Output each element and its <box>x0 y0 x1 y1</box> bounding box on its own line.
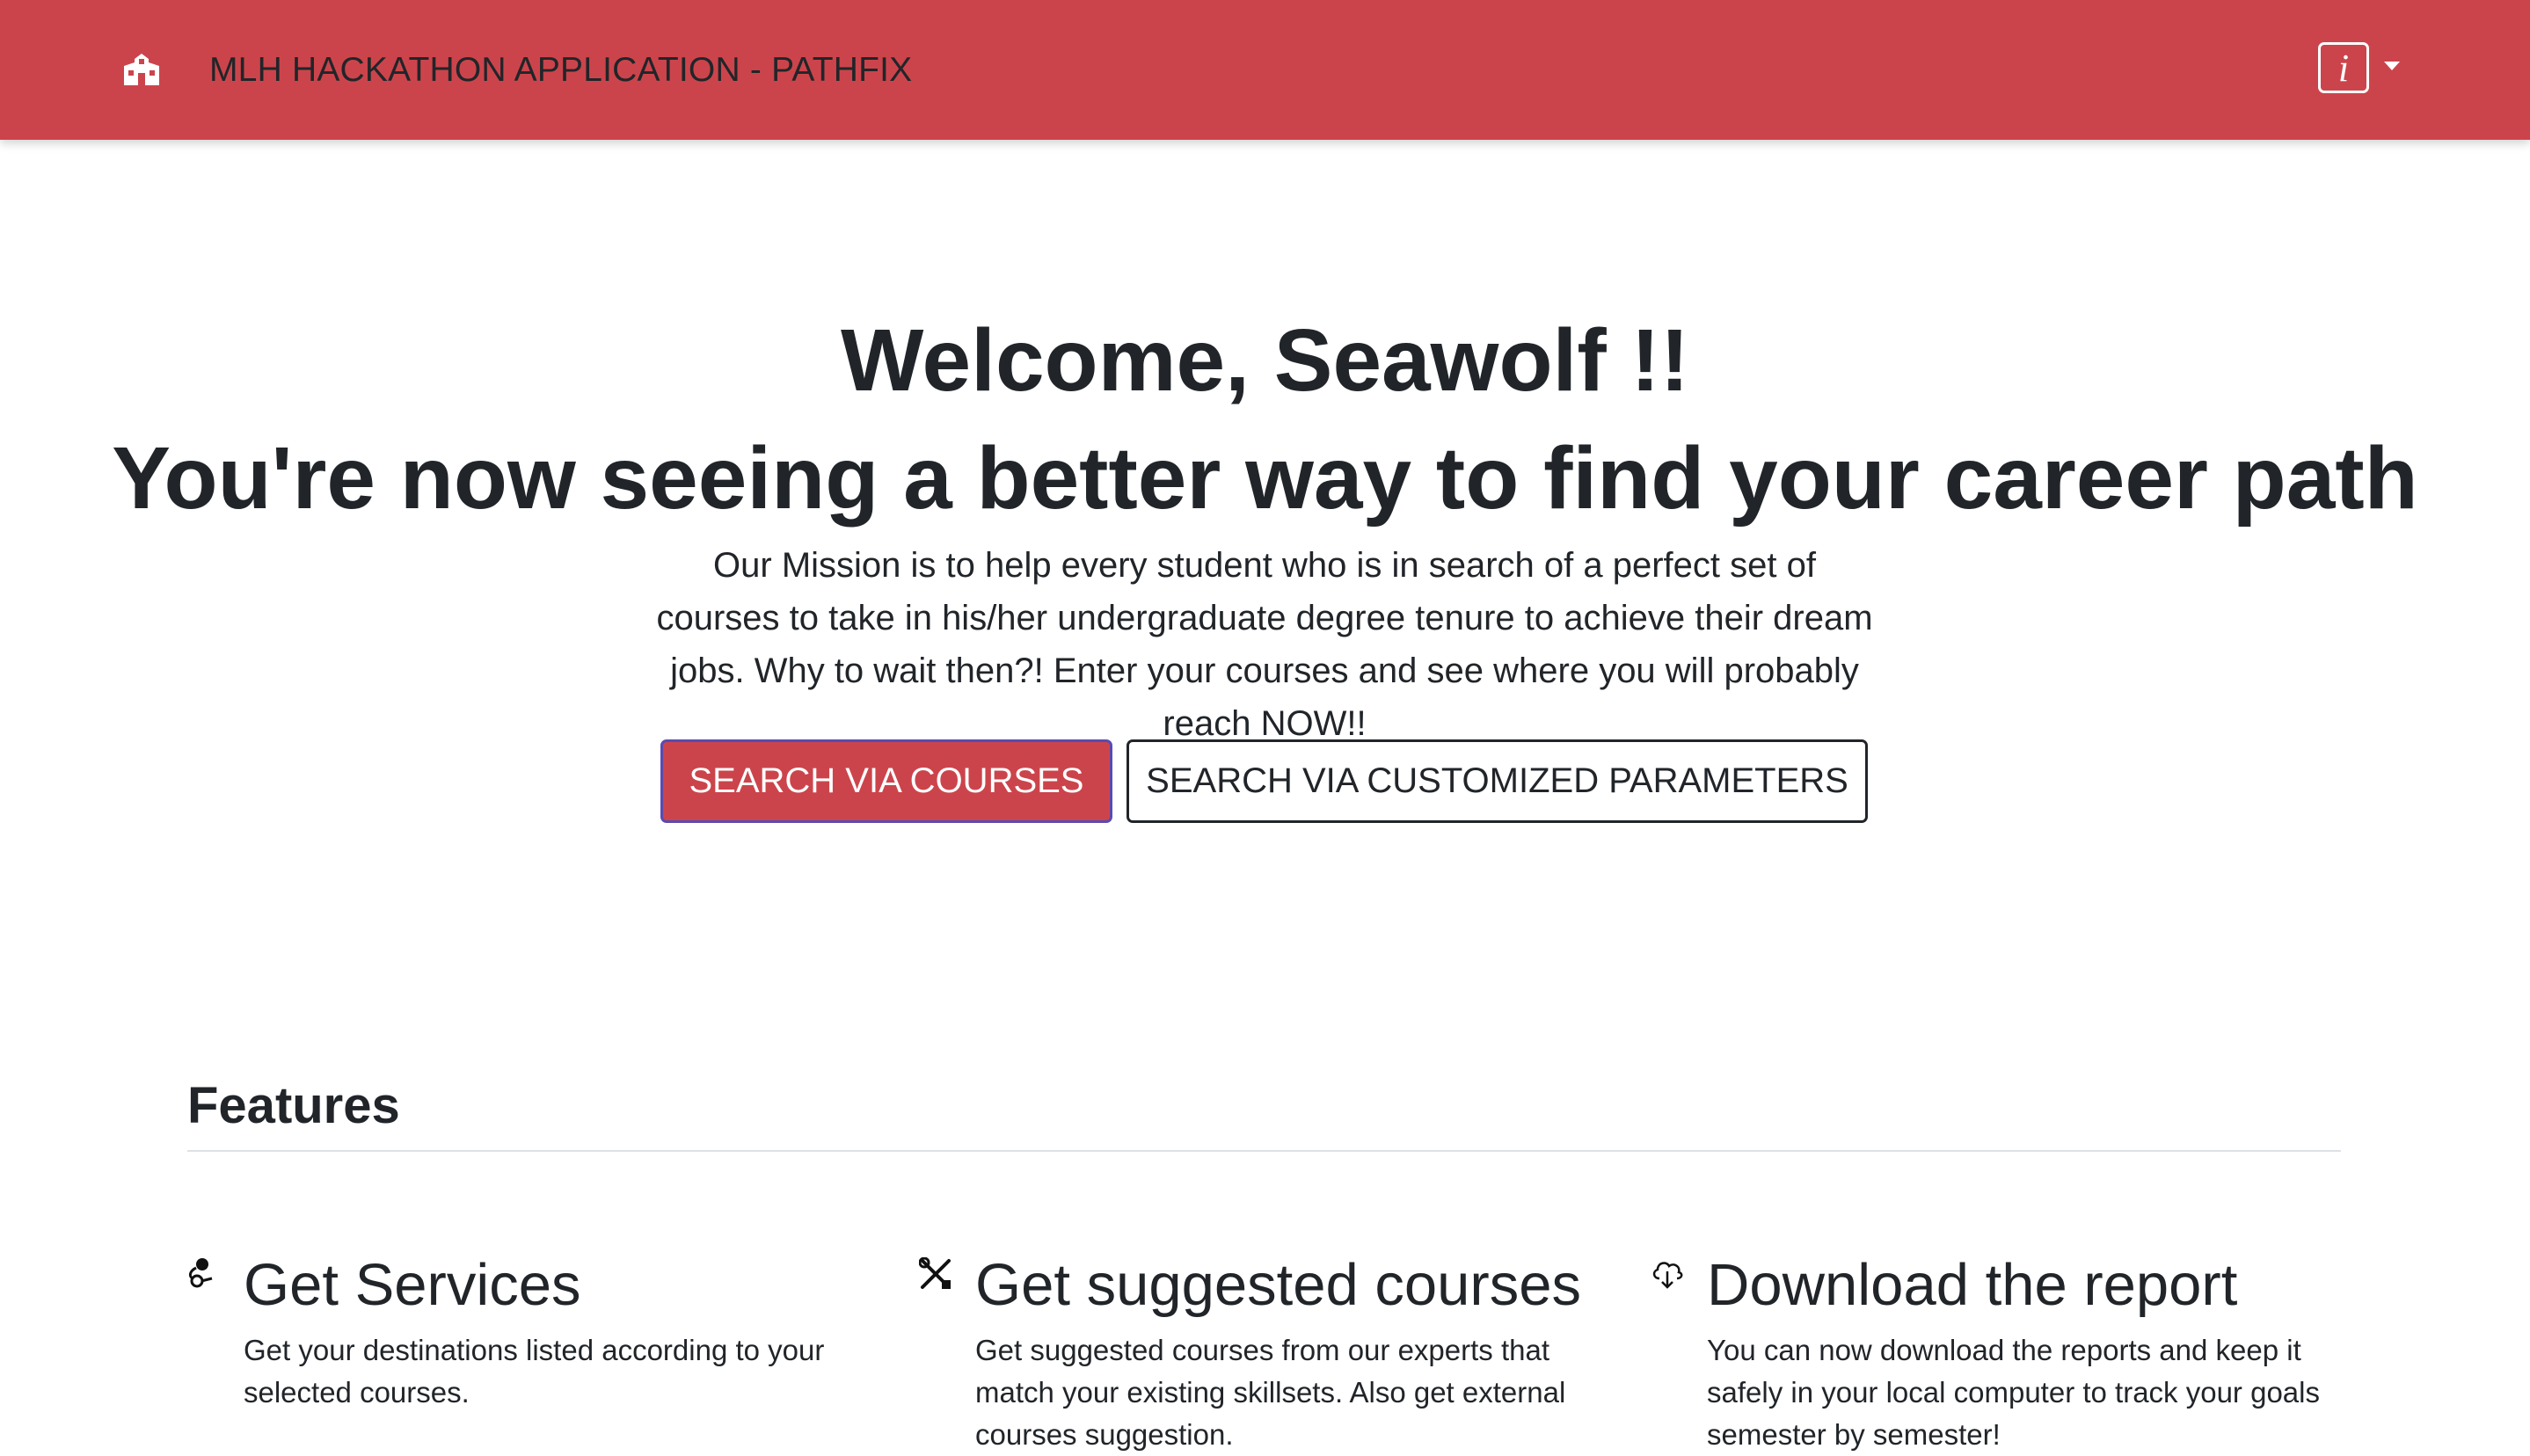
school-building-icon[interactable] <box>122 54 161 85</box>
feature-description: You can now download the reports and kee… <box>1707 1334 2320 1451</box>
feature-title: Get suggested courses <box>975 1252 1582 1318</box>
cloud-download-icon <box>1651 1257 1684 1292</box>
info-button[interactable]: i <box>2318 42 2369 93</box>
feature-title: Get Services <box>244 1252 581 1318</box>
features-heading: Features <box>187 1077 400 1134</box>
caret-down-icon[interactable] <box>2384 62 2400 70</box>
feature-title: Download the report <box>1707 1252 2238 1318</box>
features-divider <box>187 1150 2341 1152</box>
feature-description: Get your destinations listed according t… <box>244 1334 825 1409</box>
mission-text: Our Mission is to help every student who… <box>656 546 1873 743</box>
tagline-heading: You're now seeing a better way to find y… <box>112 429 2418 528</box>
tools-icon <box>918 1256 952 1292</box>
welcome-heading: Welcome, Seawolf !! <box>840 311 1690 410</box>
info-icon: i <box>2337 46 2350 90</box>
app-title[interactable]: MLH HACKATHON APPLICATION - PATHFIX <box>209 46 912 95</box>
search-via-courses-button[interactable]: SEARCH VIA COURSES <box>660 739 1112 823</box>
feature-description: Get suggested courses from our experts t… <box>975 1334 1566 1451</box>
search-via-customized-parameters-button[interactable]: SEARCH VIA CUSTOMIZED PARAMETERS <box>1126 739 1868 823</box>
navbar: MLH HACKATHON APPLICATION - PATHFIX i <box>0 0 2530 140</box>
nodes-icon <box>187 1257 221 1292</box>
